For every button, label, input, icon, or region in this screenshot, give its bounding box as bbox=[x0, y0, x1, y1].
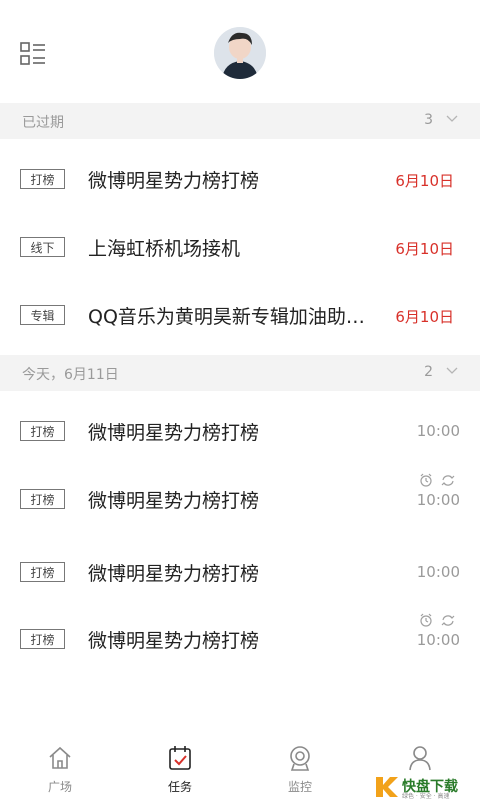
task-tag: 线下 bbox=[20, 237, 65, 257]
task-time: 10:00 bbox=[416, 563, 460, 581]
chevron-down-icon bbox=[446, 367, 458, 374]
list-item[interactable]: 打榜 微博明星势力榜打榜 6月10日 bbox=[0, 145, 480, 213]
home-icon bbox=[49, 746, 71, 769]
repeat-icon bbox=[441, 615, 455, 626]
tab-label: 监控 bbox=[287, 780, 312, 794]
task-indicators bbox=[420, 473, 455, 487]
task-date: 6月10日 bbox=[395, 172, 454, 190]
repeat-icon bbox=[441, 475, 455, 486]
user-avatar[interactable] bbox=[214, 27, 266, 79]
task-title: 微博明星势力榜打榜 bbox=[88, 422, 260, 444]
calendar-check-icon bbox=[169, 746, 191, 770]
webcam-icon bbox=[290, 746, 310, 771]
list-item[interactable]: 线下 上海虹桥机场接机 6月10日 bbox=[0, 213, 480, 281]
list-item[interactable]: 打榜 微博明星势力榜打榜 10:00 bbox=[0, 397, 480, 465]
section-title: 今天，6月11日 bbox=[22, 367, 119, 383]
task-title: 微博明星势力榜打榜 bbox=[88, 563, 260, 585]
watermark-k-icon bbox=[376, 777, 398, 797]
section-header-today[interactable]: 今天，6月11日 2 bbox=[0, 355, 480, 391]
chevron-down-icon bbox=[446, 115, 458, 122]
task-title: QQ音乐为黄明昊新专辑加油助… bbox=[88, 306, 365, 328]
task-tag: 打榜 bbox=[20, 489, 65, 509]
tab-plaza[interactable]: 广场 bbox=[0, 735, 120, 800]
alarm-icon bbox=[420, 473, 432, 487]
tab-tasks[interactable]: 任务 bbox=[120, 735, 240, 800]
list-item[interactable]: 打榜 微博明星势力榜打榜 10:00 bbox=[0, 605, 480, 673]
list-item[interactable]: 打榜 微博明星势力榜打榜 10:00 bbox=[0, 465, 480, 533]
list-item[interactable]: 专辑 QQ音乐为黄明昊新专辑加油助… 6月10日 bbox=[0, 281, 480, 349]
task-tag: 打榜 bbox=[20, 169, 65, 189]
task-date: 6月10日 bbox=[395, 308, 454, 326]
task-tag: 专辑 bbox=[20, 305, 65, 325]
task-indicators bbox=[420, 613, 455, 627]
task-time: 10:00 bbox=[416, 631, 460, 649]
list-menu-icon[interactable] bbox=[20, 42, 46, 66]
task-date: 6月10日 bbox=[395, 240, 454, 258]
section-count: 2 bbox=[424, 364, 433, 380]
section-title: 已过期 bbox=[22, 115, 64, 131]
top-bar bbox=[0, 0, 480, 103]
task-tag: 打榜 bbox=[20, 562, 65, 582]
section-count: 3 bbox=[424, 112, 433, 128]
watermark-subtext: 绿色 · 安全 · 高速 bbox=[402, 793, 450, 800]
alarm-icon bbox=[420, 613, 432, 627]
section-header-overdue[interactable]: 已过期 3 bbox=[0, 103, 480, 139]
tab-label: 任务 bbox=[167, 780, 192, 794]
watermark-logo: 快盘下载 绿色 · 安全 · 高速 bbox=[374, 775, 474, 800]
profile-icon bbox=[409, 746, 431, 771]
task-tag: 打榜 bbox=[20, 629, 65, 649]
task-title: 微博明星势力榜打榜 bbox=[88, 490, 260, 512]
task-title: 上海虹桥机场接机 bbox=[88, 238, 241, 260]
task-time: 10:00 bbox=[416, 491, 460, 509]
tab-monitor[interactable]: 监控 bbox=[240, 735, 360, 800]
list-item[interactable]: 打榜 微博明星势力榜打榜 10:00 bbox=[0, 538, 480, 606]
task-tag: 打榜 bbox=[20, 421, 65, 441]
task-title: 微博明星势力榜打榜 bbox=[88, 630, 260, 652]
task-time: 10:00 bbox=[416, 422, 460, 440]
task-title: 微博明星势力榜打榜 bbox=[88, 170, 260, 192]
tab-label: 广场 bbox=[47, 780, 72, 794]
